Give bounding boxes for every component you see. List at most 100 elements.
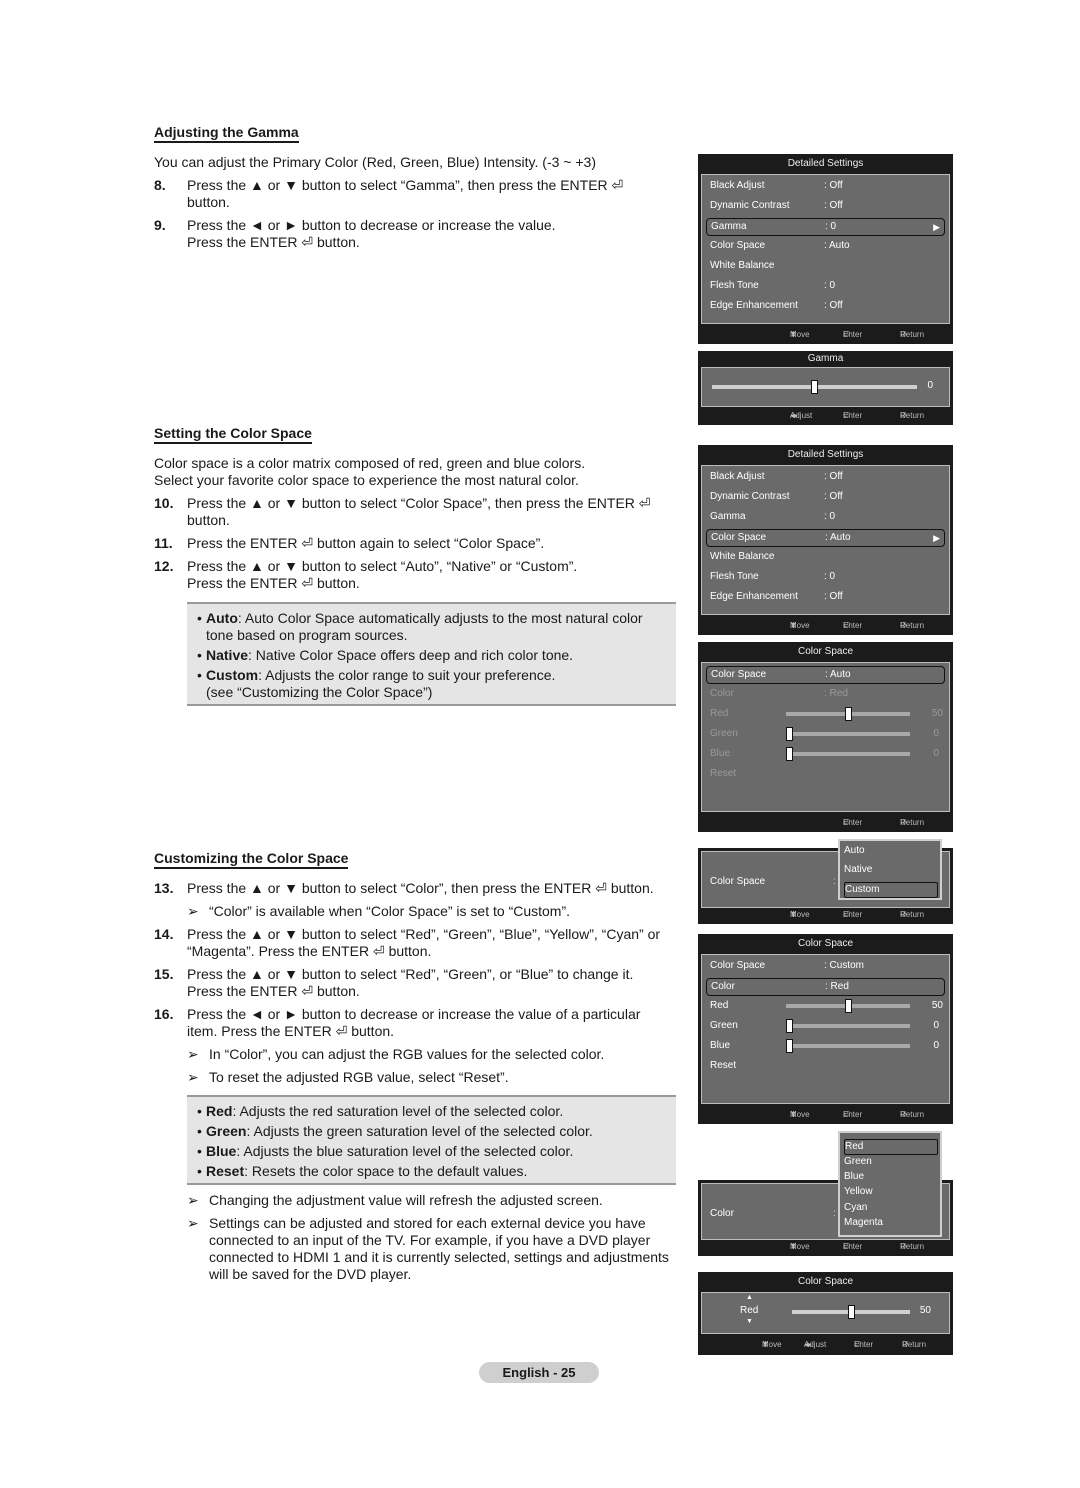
red-slider[interactable] [786,999,910,1013]
red-slider[interactable] [786,707,910,721]
item-value: : Off [824,200,843,211]
item-label: Edge Enhancement [710,300,798,311]
option-native[interactable]: Native [844,863,872,877]
menu-item-red[interactable]: Red 50 [706,998,945,1014]
step-text-cont: Press the ENTER ⏎ button. [187,234,360,250]
item-label: Blue [710,748,731,759]
menu-item-reset[interactable]: Reset [706,1058,945,1074]
hint-label: Enter [843,330,863,339]
green-slider-knob[interactable] [786,1019,793,1033]
option-green[interactable]: Green [844,1155,872,1169]
submenu-arrow-icon: ▶ [933,533,940,543]
gamma-slider[interactable] [712,380,917,394]
red-slider-knob[interactable] [845,999,852,1013]
step-text-cont: button. [187,194,230,210]
green-slider-knob[interactable] [786,727,793,741]
option-cyan[interactable]: Cyan [844,1201,867,1215]
bullet-dot: • [197,1123,202,1139]
menu-item-color[interactable]: Color: Red [706,978,945,996]
osd-color-space-custom: Color Space Color Space: Custom Color: R… [698,934,953,1124]
menu-item-color-space[interactable]: Color Space: Custom [706,958,945,974]
step-number: 14. [154,926,174,942]
bullet-text: : Adjusts the green saturation level of … [246,1123,593,1139]
menu-item-color-space[interactable]: Color Space: Auto [706,666,945,684]
item-value: 50 [931,1000,943,1011]
menu-item-black-adjust[interactable]: Black Adjust: Off [706,469,945,485]
menu-item-white-balance[interactable]: White Balance [706,258,945,274]
heading-text: Adjusting the Gamma [154,124,299,143]
menu-item-color[interactable]: Color: Red [706,686,945,702]
item-value: 50 [931,708,943,719]
menu-item-reset[interactable]: Reset [706,766,945,782]
menu-item-gamma[interactable]: Gamma: 0 ▶ [706,218,945,236]
item-label: Color Space [711,669,767,680]
menu-item-blue[interactable]: Blue 0 [706,746,945,762]
step-text-cont: “Magenta”. Press the ENTER ⏎ button. [187,943,432,959]
green-slider[interactable] [786,1019,910,1033]
item-value: 0 [933,1020,939,1031]
menu-item-color-space[interactable]: Color Space: Auto [706,238,945,254]
up-arrow-icon[interactable]: ▲ [746,1294,753,1301]
menu-item-red[interactable]: Red 50 [706,706,945,722]
item-label: Color Space [710,240,766,251]
bullet-term: Green [206,1123,247,1139]
menu-item-flesh-tone[interactable]: Flesh Tone: 0 [706,278,945,294]
step-text: Press the ▲ or ▼ button to select “Auto”… [187,558,578,574]
option-red[interactable]: Red [844,1139,938,1155]
menu-item-green[interactable]: Green 0 [706,1018,945,1034]
option-magenta[interactable]: Magenta [844,1216,883,1230]
item-label: Flesh Tone [710,571,759,582]
menu-item-edge-enhancement[interactable]: Edge Enhancement: Off [706,589,945,605]
red-adjust-slider[interactable] [792,1305,910,1319]
note-arrow-icon: ➢ [187,1215,199,1231]
item-value: 0 [933,748,939,759]
color-options-dropdown[interactable]: Red Green Blue Yellow Cyan Magenta [838,1131,942,1237]
red-slider-knob[interactable] [845,707,852,721]
menu-item-dynamic-contrast[interactable]: Dynamic Contrast: Off [706,489,945,505]
blue-slider[interactable] [786,1039,910,1053]
color-space-options-dropdown[interactable]: Auto Native Custom [838,839,942,900]
menu-item-white-balance[interactable]: White Balance [706,549,945,565]
hint-label: Enter [843,1110,863,1119]
page-number-badge: English - 25 [479,1362,599,1383]
hint-label: Return [902,1340,927,1349]
item-label: Reset [710,1060,737,1071]
item-label: Black Adjust [710,180,765,191]
blue-slider-knob[interactable] [786,1039,793,1053]
menu-item-green[interactable]: Green 0 [706,726,945,742]
step-number: 8. [154,177,166,193]
hint-label: Move [790,621,810,630]
hint-label: Adjust [790,411,813,420]
option-blue[interactable]: Blue [844,1170,864,1184]
bullet-term: Red [206,1103,233,1119]
heading-adjusting-gamma: Adjusting the Gamma [154,124,299,143]
menu-item-edge-enhancement[interactable]: Edge Enhancement: Off [706,298,945,314]
osd-color-space-body: Color Space: Custom Color: Red Red 50 Gre… [701,954,950,1104]
osd-color-space-body: Color Space: Auto Color: Red Red 50 Green… [701,662,950,812]
menu-item-black-adjust[interactable]: Black Adjust: Off [706,178,945,194]
blue-slider[interactable] [786,747,910,761]
menu-item-color-space[interactable]: Color Space: Auto ▶ [706,529,945,547]
menu-item-flesh-tone[interactable]: Flesh Tone: 0 [706,569,945,585]
option-yellow[interactable]: Yellow [844,1185,873,1199]
down-arrow-icon[interactable]: ▼ [746,1318,753,1325]
option-custom[interactable]: Custom [844,882,938,898]
option-auto[interactable]: Auto [844,844,865,858]
red-adjust-slider-knob[interactable] [848,1305,855,1319]
menu-item-dynamic-contrast[interactable]: Dynamic Contrast: Off [706,198,945,214]
rgb-options-box: • Red: Adjusts the red saturation level o… [187,1095,676,1185]
note-text: In “Color”, you can adjust the RGB value… [209,1046,605,1062]
menu-item-gamma[interactable]: Gamma: 0 [706,509,945,525]
gamma-slider-knob[interactable] [811,380,818,394]
bullet-term: Blue [206,1143,237,1159]
blue-slider-knob[interactable] [786,747,793,761]
menu-item-blue[interactable]: Blue 0 [706,1038,945,1054]
step-text: Press the ▲ or ▼ button to select “Gamma… [187,177,624,193]
osd-menu-body: Black Adjust: Off Dynamic Contrast: Off … [701,174,950,324]
green-slider[interactable] [786,727,910,741]
step-text-cont: button. [187,512,230,528]
item-label: Edge Enhancement [710,591,798,602]
hint-label: Enter [843,818,863,827]
osd-gamma-adjust: Gamma 0 ◂▸ Adjust ⏎ Enter ↺ Return [698,351,953,425]
step-number: 15. [154,966,174,982]
